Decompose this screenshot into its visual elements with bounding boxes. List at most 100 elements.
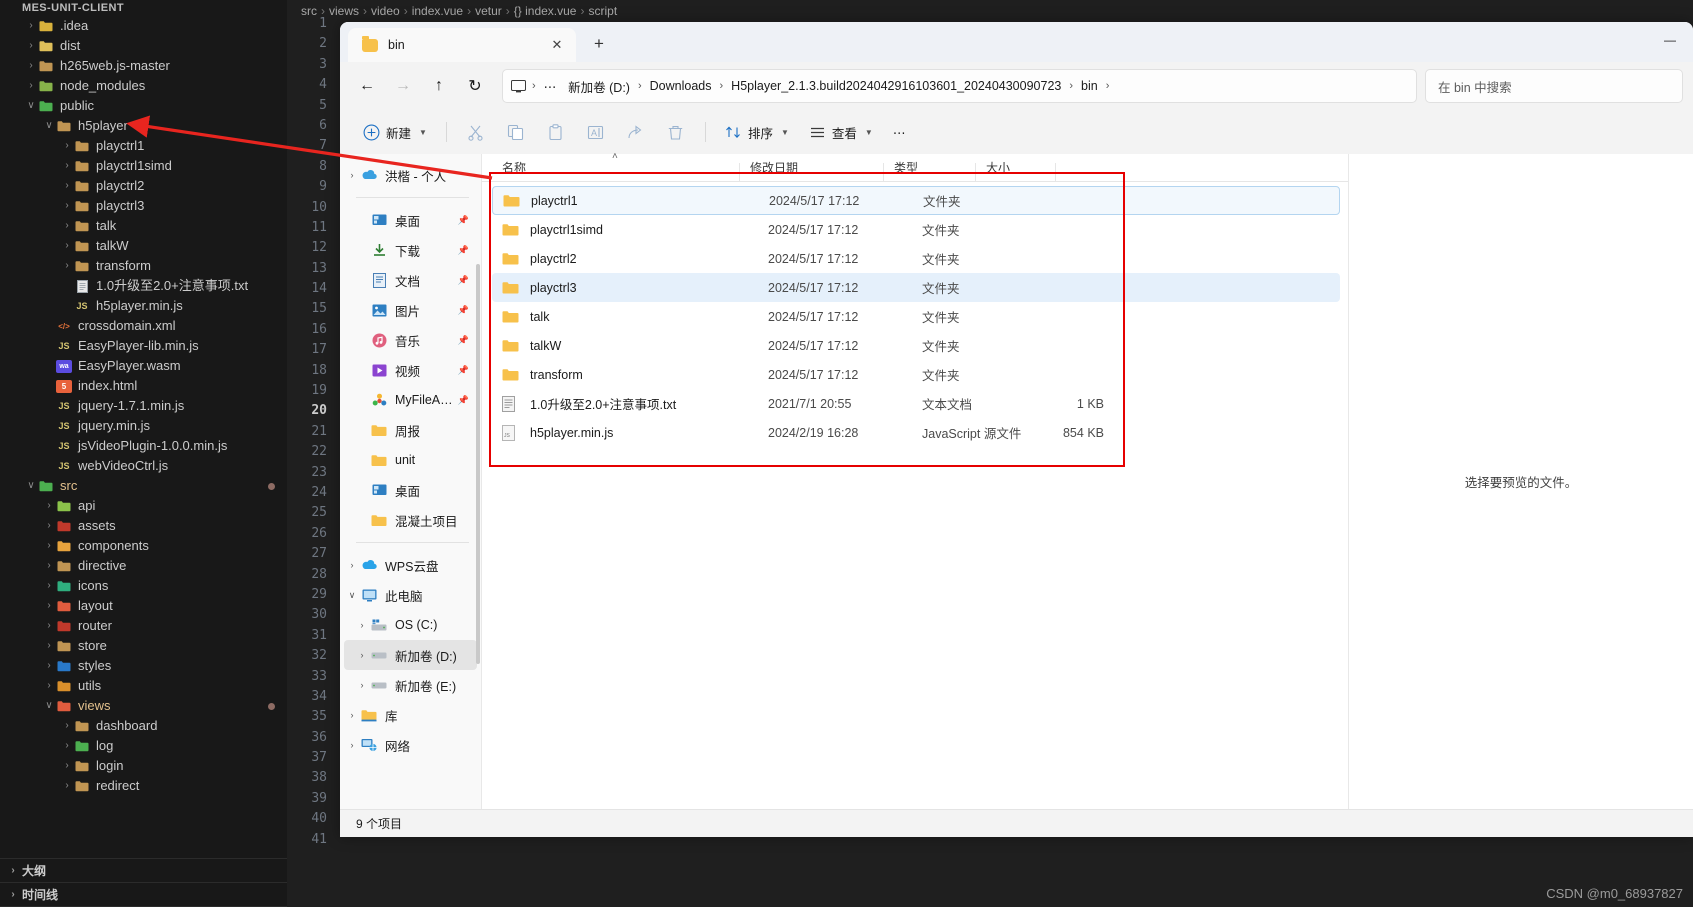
chevron-right-icon[interactable]: › xyxy=(60,241,74,251)
chevron-right-icon[interactable]: › xyxy=(42,561,56,571)
file-list[interactable]: playctrl1 2024/5/17 17:12 文件夹 playctrl1simd… xyxy=(482,182,1348,809)
chevron-right-icon[interactable]: › xyxy=(60,261,74,271)
tree-item-1-0-2-0-txt[interactable]: 1.0升级至2.0+注意事项.txt xyxy=(0,276,287,296)
chevron-down-icon[interactable]: ∨ xyxy=(24,481,38,491)
explorer-titlebar[interactable]: bin ✕ + — xyxy=(340,22,1693,62)
chevron-right-icon[interactable]: › xyxy=(60,161,74,171)
pin-icon[interactable]: 📌 xyxy=(458,245,469,256)
chevron-right-icon[interactable]: › xyxy=(344,740,360,750)
tree-item-easyplayer-lib-min-js[interactable]: JS EasyPlayer-lib.min.js xyxy=(0,336,287,356)
chevron-right-icon[interactable]: › xyxy=(354,620,370,630)
nav-item--[interactable]: 混凝土项目 xyxy=(344,505,477,535)
column-header-date[interactable]: 修改日期 xyxy=(740,159,884,181)
chevron-right-icon[interactable]: › xyxy=(354,650,370,660)
explorer-command-bar[interactable]: 新建 ▼ A 排序 ▼ 查看 ▼ ⋯ xyxy=(340,110,1693,154)
file-row[interactable]: playctrl1simd 2024/5/17 17:12 文件夹 xyxy=(492,215,1340,244)
explorer-address-bar[interactable]: ← → ↑ ↻ › ⋯ 新加卷 (D:) › Downloads › H5pla… xyxy=(340,62,1693,110)
tree-item-views[interactable]: ∨ views xyxy=(0,696,287,716)
cut-icon[interactable] xyxy=(457,116,495,148)
navigation-pane[interactable]: › 洪楷 - 个人 桌面 📌 下载 📌 文档 📌 图片 📌 音乐 📌 视频 📌 MyFileAudit 📌 周报… xyxy=(340,154,482,809)
explorer-tab-bin[interactable]: bin ✕ xyxy=(348,28,576,62)
copy-icon[interactable] xyxy=(497,116,535,148)
tree-item-assets[interactable]: › assets xyxy=(0,516,287,536)
chevron-down-icon[interactable]: ▼ xyxy=(419,128,427,137)
file-row[interactable]: talk 2024/5/17 17:12 文件夹 xyxy=(492,302,1340,331)
chevron-down-icon[interactable]: ∨ xyxy=(42,701,56,711)
pin-icon[interactable]: 📌 xyxy=(458,215,469,226)
tree-item-playctrl3[interactable]: › playctrl3 xyxy=(0,196,287,216)
chevron-right-icon[interactable]: › xyxy=(60,761,74,771)
tree-item-crossdomain-xml[interactable]: </> crossdomain.xml xyxy=(0,316,287,336)
nav-item--[interactable]: ∨ 此电脑 xyxy=(344,580,477,610)
nav-item-wps-[interactable]: › WPS云盘 xyxy=(344,550,477,580)
file-list-pane[interactable]: ˄ 名称 修改日期 类型 大小 playctrl1 2024/5/17 17:12… xyxy=(482,151,1348,809)
tree-item-playctrl1simd[interactable]: › playctrl1simd xyxy=(0,156,287,176)
file-row[interactable]: talkW 2024/5/17 17:12 文件夹 xyxy=(492,331,1340,360)
pin-icon[interactable]: 📌 xyxy=(458,275,469,286)
chevron-right-icon[interactable]: › xyxy=(344,710,360,720)
tree-item-playctrl2[interactable]: › playctrl2 xyxy=(0,176,287,196)
tree-item-index-html[interactable]: 5 index.html xyxy=(0,376,287,396)
tree-item-components[interactable]: › components xyxy=(0,536,287,556)
nav-item--[interactable]: 视频 📌 xyxy=(344,355,477,385)
tree-item-utils[interactable]: › utils xyxy=(0,676,287,696)
breadcrumb-item-h5player[interactable]: H5player_2.1.3.build2024042916103601_202… xyxy=(725,76,1067,96)
chevron-right-icon[interactable]: › xyxy=(24,21,38,31)
nav-item--[interactable]: 下载 📌 xyxy=(344,235,477,265)
tree-item-api[interactable]: › api xyxy=(0,496,287,516)
tree-item-public[interactable]: ∨ public xyxy=(0,96,287,116)
tree-item-dashboard[interactable]: › dashboard xyxy=(0,716,287,736)
column-header-type[interactable]: 类型 xyxy=(884,159,976,181)
file-explorer-window[interactable]: bin ✕ + — ← → ↑ ↻ › ⋯ 新加卷 (D:) › Downloa… xyxy=(340,22,1693,837)
close-tab-icon[interactable]: ✕ xyxy=(544,33,570,57)
navigation-scrollbar[interactable] xyxy=(476,264,480,664)
tree-item-h265web-js-master[interactable]: › h265web.js-master xyxy=(0,56,287,76)
tree-item-dist[interactable]: › dist xyxy=(0,36,287,56)
new-tab-button[interactable]: + xyxy=(584,29,614,59)
chevron-right-icon[interactable]: › xyxy=(24,81,38,91)
panel-outline[interactable]: › 大纲 xyxy=(0,859,287,883)
share-icon[interactable] xyxy=(617,116,655,148)
rename-icon[interactable]: A xyxy=(577,116,615,148)
editor-breadcrumb-segment[interactable]: script xyxy=(588,4,617,18)
chevron-down-icon[interactable]: ∨ xyxy=(24,101,38,111)
nav-item--[interactable]: 文档 📌 xyxy=(344,265,477,295)
file-row[interactable]: JS h5player.min.js 2024/2/19 16:28 JavaScri… xyxy=(492,418,1340,447)
breadcrumb-item-drive[interactable]: 新加卷 (D:) xyxy=(562,74,636,99)
nav-item--[interactable]: › 洪楷 - 个人 xyxy=(344,160,477,190)
nav-item--d-[interactable]: › 新加卷 (D:) xyxy=(344,640,477,670)
tree-item-transform[interactable]: › transform xyxy=(0,256,287,276)
tree-item-router[interactable]: › router xyxy=(0,616,287,636)
tree-item-login[interactable]: › login xyxy=(0,756,287,776)
forward-button[interactable]: → xyxy=(386,69,420,103)
tree-item-talk[interactable]: › talk xyxy=(0,216,287,236)
column-headers[interactable]: ˄ 名称 修改日期 类型 大小 xyxy=(482,151,1348,182)
nav-item-os-c-[interactable]: › OS (C:) xyxy=(344,610,477,640)
vscode-explorer-sidebar[interactable]: MES-UNIT-CLIENT › .idea › dist › h265web.js-m… xyxy=(0,0,287,907)
refresh-button[interactable]: ↻ xyxy=(458,69,492,103)
tree-item-h5player-min-js[interactable]: JS h5player.min.js xyxy=(0,296,287,316)
chevron-right-icon[interactable]: › xyxy=(42,501,56,511)
file-row[interactable]: playctrl1 2024/5/17 17:12 文件夹 xyxy=(492,186,1340,215)
tree-item-playctrl1[interactable]: › playctrl1 xyxy=(0,136,287,156)
navigation-list[interactable]: › 洪楷 - 个人 桌面 📌 下载 📌 文档 📌 图片 📌 音乐 📌 视频 📌 MyFileAudit 📌 周报… xyxy=(340,160,481,760)
nav-item--[interactable]: 桌面 📌 xyxy=(344,205,477,235)
nav-item--[interactable]: 图片 📌 xyxy=(344,295,477,325)
file-row[interactable]: playctrl3 2024/5/17 17:12 文件夹 xyxy=(492,273,1340,302)
nav-item--e-[interactable]: › 新加卷 (E:) xyxy=(344,670,477,700)
chevron-right-icon[interactable]: › xyxy=(42,641,56,651)
up-button[interactable]: ↑ xyxy=(422,69,456,103)
chevron-right-icon[interactable]: › xyxy=(42,601,56,611)
chevron-right-icon[interactable]: › xyxy=(42,581,56,591)
tree-item-jquery-1-7-1-min-js[interactable]: JS jquery-1.7.1.min.js xyxy=(0,396,287,416)
new-button[interactable]: 新建 ▼ xyxy=(354,116,436,148)
breadcrumb-overflow[interactable]: ⋯ xyxy=(538,76,563,97)
tree-item-redirect[interactable]: › redirect xyxy=(0,776,287,796)
file-row[interactable]: 1.0升级至2.0+注意事项.txt 2021/7/1 20:55 文本文档 1 KB xyxy=(492,389,1340,418)
tree-item-icons[interactable]: › icons xyxy=(0,576,287,596)
file-row[interactable]: transform 2024/5/17 17:12 文件夹 xyxy=(492,360,1340,389)
tree-item-jquery-min-js[interactable]: JS jquery.min.js xyxy=(0,416,287,436)
this-pc-icon[interactable] xyxy=(511,79,526,93)
tree-item-easyplayer-wasm[interactable]: wa EasyPlayer.wasm xyxy=(0,356,287,376)
tree-item-talkw[interactable]: › talkW xyxy=(0,236,287,256)
